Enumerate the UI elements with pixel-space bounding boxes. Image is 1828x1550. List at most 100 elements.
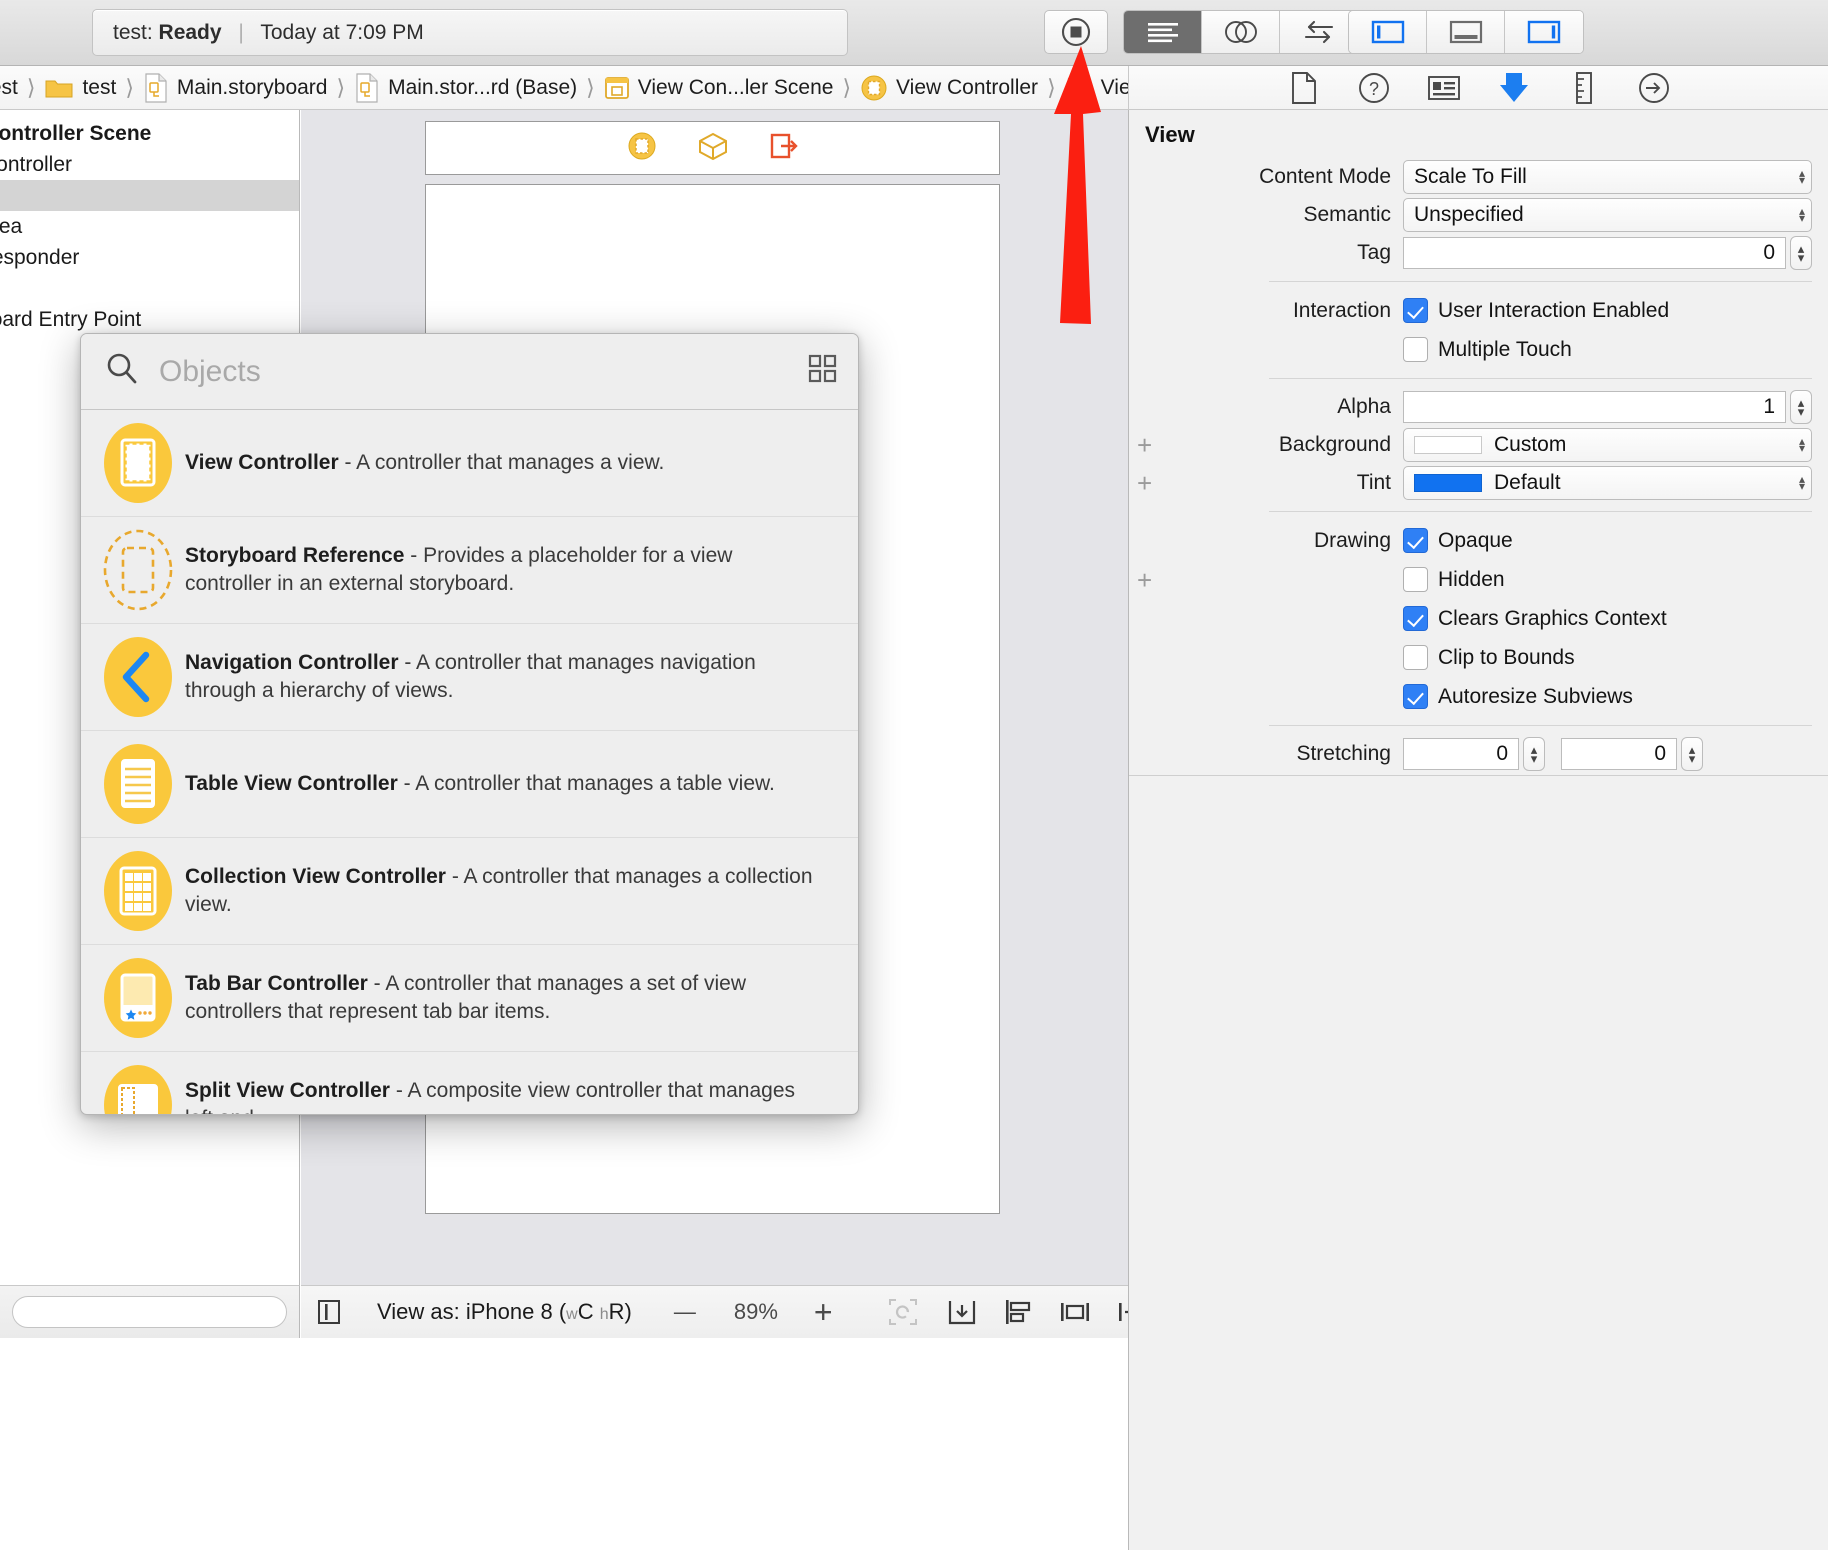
opaque-checkbox[interactable]: Opaque <box>1403 522 1513 559</box>
library-search-input[interactable]: Objects <box>159 355 261 389</box>
toggle-navigator-button[interactable] <box>1349 11 1427 53</box>
document-outline-icon[interactable] <box>317 1299 341 1325</box>
canvas-bottom-bar: View as: iPhone 8 (wC hR) — 89% + <box>301 1285 1128 1338</box>
stretching-y-input[interactable]: 0 <box>1561 738 1677 770</box>
library-item-title: Split View Controller <box>185 1079 390 1102</box>
inspector-section-title: View <box>1129 110 1828 158</box>
library-item-dash: - <box>399 651 417 674</box>
attributes-inspector-icon[interactable] <box>1497 73 1531 103</box>
outline-row-exit[interactable]: Exit <box>0 273 299 304</box>
embed-in-icon[interactable] <box>947 1297 977 1327</box>
view-icon <box>1065 74 1093 102</box>
library-item[interactable]: Split View Controller - A composite view… <box>81 1052 858 1115</box>
breadcrumb-separator: ⟩ <box>125 75 134 101</box>
update-frames-icon[interactable] <box>887 1297 919 1327</box>
exit-dock-icon[interactable] <box>769 131 799 166</box>
breadcrumb-item-view-controller[interactable]: View Controller <box>860 74 1038 102</box>
grid-view-icon[interactable] <box>806 352 840 391</box>
library-item-title: View Controller <box>185 451 339 474</box>
outline-filter-input[interactable] <box>12 1296 287 1328</box>
objects-library-popover[interactable]: Objects <box>80 333 859 1115</box>
height-class-prefix: h <box>600 1306 609 1323</box>
multiple-touch-checkbox[interactable]: Multiple Touch <box>1403 331 1572 368</box>
autoresize-subviews-checkbox[interactable]: Autoresize Subviews <box>1403 678 1633 715</box>
zoom-out-button[interactable]: — <box>674 1299 696 1325</box>
semantic-label: Semantic <box>1129 203 1403 227</box>
size-inspector-icon[interactable] <box>1567 73 1601 103</box>
outline-row-safe-area[interactable]: Safe Area <box>0 211 299 242</box>
library-item[interactable]: Navigation Controller - A controller tha… <box>81 624 858 731</box>
breadcrumb-item-scene[interactable]: View Con...ler Scene <box>604 75 834 101</box>
view-as-label: View as: iPhone 8 (wC hR) <box>377 1299 632 1325</box>
view-toggle-segmented-control <box>1348 10 1584 54</box>
quick-help-inspector-icon[interactable]: ? <box>1357 73 1391 103</box>
identity-inspector-icon[interactable] <box>1427 73 1461 103</box>
drawing-label: Drawing <box>1129 529 1403 553</box>
tag-stepper[interactable]: ▴▾ <box>1790 236 1812 270</box>
zoom-level-label: 89% <box>734 1299 778 1325</box>
inspector-divider <box>1269 281 1812 282</box>
assistant-editor-button[interactable] <box>1202 11 1280 53</box>
toggle-debug-area-button[interactable] <box>1427 11 1505 53</box>
content-mode-select[interactable]: Scale To Fill ▴▾ <box>1403 160 1812 194</box>
add-variation-icon[interactable]: + <box>1137 470 1152 496</box>
pin-icon[interactable] <box>1059 1297 1091 1327</box>
clears-graphics-context-checkbox[interactable]: Clears Graphics Context <box>1403 600 1667 637</box>
outline-label: Storyboard Entry Point <box>0 308 141 332</box>
tag-input[interactable]: 0 <box>1403 237 1786 269</box>
semantic-select[interactable]: Unspecified ▴▾ <box>1403 198 1812 232</box>
breadcrumb-item-view[interactable]: View <box>1065 74 1128 102</box>
add-variation-icon[interactable]: + <box>1137 432 1152 458</box>
outline-row-entry-point[interactable]: Storyboard Entry Point <box>0 304 299 335</box>
checkbox-label: Multiple Touch <box>1438 338 1572 362</box>
align-icon[interactable] <box>1003 1297 1033 1327</box>
outline-row-view[interactable]: View <box>0 180 299 211</box>
file-inspector-icon[interactable] <box>1287 73 1321 103</box>
alpha-stepper[interactable]: ▴▾ <box>1790 390 1812 424</box>
background-color-select[interactable]: Custom ▴▾ <box>1403 428 1812 462</box>
breadcrumb-label: View Con...ler Scene <box>638 76 834 100</box>
clip-to-bounds-checkbox[interactable]: Clip to Bounds <box>1403 639 1575 676</box>
library-item-list[interactable]: View Controller - A controller that mana… <box>81 410 858 1115</box>
outline-row-view-controller[interactable]: View Controller <box>0 149 299 180</box>
clip-to-bounds-row: Clip to Bounds <box>1129 638 1828 677</box>
library-item[interactable]: Tab Bar Controller - A controller that m… <box>81 945 858 1052</box>
library-item[interactable]: Table View Controller - A controller tha… <box>81 731 858 838</box>
user-interaction-enabled-checkbox[interactable]: User Interaction Enabled <box>1403 292 1669 329</box>
first-responder-dock-icon[interactable] <box>697 131 729 166</box>
storyboard-file-icon <box>143 73 169 103</box>
tint-color-select[interactable]: Default ▴▾ <box>1403 466 1812 500</box>
content-mode-label: Content Mode <box>1129 165 1403 189</box>
chevron-updown-icon: ▴▾ <box>1799 170 1805 184</box>
stretching-x-input[interactable]: 0 <box>1403 738 1519 770</box>
toggle-inspector-button[interactable] <box>1505 11 1583 53</box>
content-mode-value: Scale To Fill <box>1414 165 1527 189</box>
breadcrumb-item-project[interactable]: test <box>0 76 18 100</box>
library-item[interactable]: Collection View Controller - A controlle… <box>81 838 858 945</box>
alpha-label: Alpha <box>1129 395 1403 419</box>
outline-row-first-responder[interactable]: First Responder <box>0 242 299 273</box>
hidden-checkbox[interactable]: Hidden <box>1403 561 1505 598</box>
standard-editor-button[interactable] <box>1124 11 1202 53</box>
breadcrumb-item-storyboard[interactable]: Main.storyboard <box>143 73 328 103</box>
stretching-x-stepper[interactable]: ▴▾ <box>1523 737 1545 771</box>
version-editor-button[interactable] <box>1280 11 1358 53</box>
breadcrumb-label: Main.storyboard <box>177 76 328 100</box>
outline-row-scene[interactable]: View Controller Scene <box>0 118 299 149</box>
connections-inspector-icon[interactable] <box>1637 73 1671 103</box>
breadcrumb-item-folder[interactable]: test <box>44 76 116 100</box>
tint-color-swatch <box>1414 474 1482 492</box>
add-variation-icon[interactable]: + <box>1137 567 1152 593</box>
checkbox-label: Opaque <box>1438 529 1513 553</box>
stop-button[interactable] <box>1044 10 1108 54</box>
alpha-input[interactable]: 1 <box>1403 391 1786 423</box>
library-item[interactable]: Storyboard Reference - Provides a placeh… <box>81 517 858 624</box>
library-item[interactable]: View Controller - A controller that mana… <box>81 410 858 517</box>
breadcrumb-item-base-locale[interactable]: Main.stor...rd (Base) <box>354 73 577 103</box>
version-editor-icon <box>1298 18 1340 46</box>
stretching-y-stepper[interactable]: ▴▾ <box>1681 737 1703 771</box>
zoom-in-button[interactable]: + <box>814 1300 833 1324</box>
checkbox-label: Hidden <box>1438 568 1505 592</box>
view-controller-dock-icon[interactable] <box>627 131 657 166</box>
tag-label: Tag <box>1129 241 1403 265</box>
